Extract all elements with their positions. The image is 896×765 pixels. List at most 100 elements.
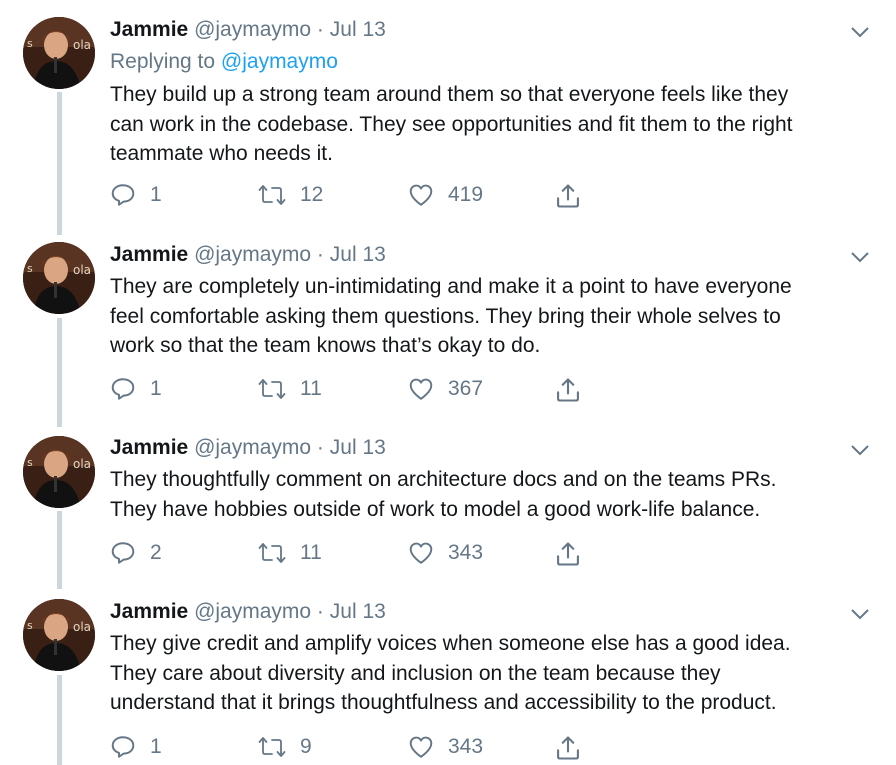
replying-to: Replying to @jaymaymo [110, 49, 338, 75]
tweet-header: Jammie @jaymaymo · Jul 13 [110, 242, 386, 268]
retweet-count: 11 [300, 541, 322, 564]
share-button[interactable] [554, 182, 582, 210]
tweet-text: They thoughtfully comment on architectur… [110, 465, 870, 524]
like-button[interactable]: 367 [408, 376, 483, 402]
author-name[interactable]: Jammie [110, 436, 188, 459]
timestamp[interactable]: Jul 13 [330, 600, 386, 623]
retweet-button[interactable]: 12 [258, 182, 323, 208]
share-icon [557, 736, 579, 760]
reply-prefix: Replying to [110, 50, 216, 73]
heart-icon [409, 378, 433, 400]
tweet-text-line: They thoughtfully comment on architectur… [110, 468, 777, 491]
heart-icon [409, 542, 433, 564]
share-icon [557, 184, 579, 208]
author-handle[interactable]: @jaymaymo [194, 436, 311, 459]
like-button[interactable]: 419 [408, 182, 483, 208]
tweet-header: Jammie @jaymaymo · Jul 13 [110, 17, 386, 43]
tweet[interactable]: s ola Jammie @jaymaymo · Jul 13 They giv… [0, 588, 896, 765]
tweet-text-line: They are completely un-intimidating and … [110, 275, 792, 298]
reply-button[interactable]: 1 [110, 734, 162, 760]
tweet-text-line: They have hobbies outside of work to mod… [110, 497, 761, 521]
retweet-button[interactable]: 11 [258, 540, 322, 566]
tweet-text-line: teammate who needs it. [110, 142, 333, 165]
svg-text:ola: ola [73, 38, 91, 52]
separator: · [316, 436, 324, 459]
like-count: 343 [448, 541, 484, 564]
tweet-text: They are completely un-intimidating and … [110, 272, 870, 361]
tweet[interactable]: s ola Jammie @jaymaymo · Jul 13 They are… [0, 228, 896, 423]
svg-text:ola: ola [73, 620, 91, 634]
share-button[interactable] [554, 734, 582, 762]
tweet-text-line: work so that the team knows that’s okay … [110, 334, 541, 357]
timestamp[interactable]: Jul 13 [330, 436, 386, 459]
heart-icon [409, 736, 433, 758]
like-count: 367 [448, 377, 484, 400]
retweet-count: 9 [300, 735, 312, 758]
tweet-text: They build up a strong team around them … [110, 80, 870, 169]
svg-text:ola: ola [73, 263, 91, 277]
tweet-text: They give credit and amplify voices when… [110, 629, 870, 718]
author-handle[interactable]: @jaymaymo [194, 243, 311, 266]
avatar[interactable]: s ola [23, 242, 95, 314]
separator: · [316, 600, 324, 623]
chevron-down-icon[interactable] [848, 245, 872, 269]
retweet-count: 12 [300, 183, 324, 206]
reply-icon [111, 736, 135, 758]
author-name[interactable]: Jammie [110, 243, 188, 266]
retweet-icon [258, 185, 286, 205]
reply-button[interactable]: 1 [110, 376, 162, 402]
svg-text:ola: ola [73, 457, 91, 471]
share-icon [557, 378, 579, 402]
reply-button[interactable]: 1 [110, 182, 162, 208]
reply-count: 2 [150, 541, 162, 564]
reply-icon [111, 184, 135, 206]
heart-icon [409, 184, 433, 206]
avatar[interactable]: s ola [23, 436, 95, 508]
reply-count: 1 [150, 183, 162, 206]
svg-text:s: s [27, 262, 33, 275]
retweet-count: 11 [300, 377, 322, 400]
tweet-text-line: They give credit and amplify voices when… [110, 632, 791, 655]
svg-text:s: s [27, 37, 33, 50]
timestamp[interactable]: Jul 13 [330, 18, 386, 41]
tweet-text-line: understand that it brings thoughtfulness… [110, 691, 777, 714]
retweet-icon [258, 737, 286, 757]
like-button[interactable]: 343 [408, 734, 483, 760]
retweet-icon [258, 543, 286, 563]
timestamp[interactable]: Jul 13 [330, 243, 386, 266]
share-button[interactable] [554, 376, 582, 404]
reply-count: 1 [150, 377, 162, 400]
like-count: 419 [448, 183, 484, 206]
separator: · [316, 243, 324, 266]
separator: · [316, 18, 324, 41]
tweet-header: Jammie @jaymaymo · Jul 13 [110, 435, 386, 461]
share-button[interactable] [554, 540, 582, 568]
retweet-button[interactable]: 11 [258, 376, 322, 402]
reply-icon [111, 378, 135, 400]
chevron-down-icon[interactable] [848, 438, 872, 462]
author-name[interactable]: Jammie [110, 18, 188, 41]
retweet-icon [258, 379, 286, 399]
author-name[interactable]: Jammie [110, 600, 188, 623]
like-count: 343 [448, 735, 484, 758]
chevron-down-icon[interactable] [848, 602, 872, 626]
share-icon [557, 542, 579, 566]
avatar[interactable]: s ola [23, 599, 95, 671]
avatar[interactable]: s ola [23, 17, 95, 89]
reply-count: 1 [150, 735, 162, 758]
author-handle[interactable]: @jaymaymo [194, 600, 311, 623]
tweet[interactable]: s ola Jammie @jaymaymo · Jul 13 Replying… [0, 0, 896, 228]
tweet-text-line: feel comfortable asking them questions. … [110, 304, 781, 328]
reply-handle-link[interactable]: @jaymaymo [221, 50, 338, 73]
chevron-down-icon[interactable] [848, 20, 872, 44]
tweet-text-line: They build up a strong team around them … [110, 83, 789, 106]
reply-button[interactable]: 2 [110, 540, 162, 566]
tweet[interactable]: s ola Jammie @jaymaymo · Jul 13 They tho… [0, 423, 896, 588]
author-handle[interactable]: @jaymaymo [194, 18, 311, 41]
retweet-button[interactable]: 9 [258, 734, 312, 760]
svg-text:s: s [27, 619, 33, 632]
like-button[interactable]: 343 [408, 540, 483, 566]
tweet-header: Jammie @jaymaymo · Jul 13 [110, 599, 386, 625]
tweet-text-line: can work in the codebase. They see oppor… [110, 112, 793, 136]
tweet-text-line: They care about diversity and inclusion … [110, 661, 721, 685]
